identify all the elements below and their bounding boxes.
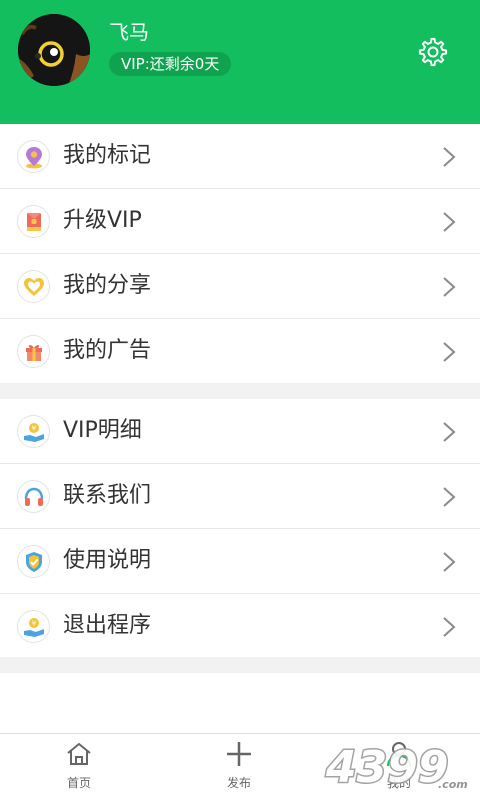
menu-item-label: 我的标记 [63, 143, 152, 168]
menu-item-label: 退出程序 [63, 613, 152, 638]
svg-text:¥: ¥ [31, 619, 36, 627]
menu-item-exit-app[interactable]: ¥ 退出程序 [0, 594, 480, 659]
shield-check-icon [17, 545, 50, 578]
menu-group-account: 我的标记 升级VIP 我的分享 我的广告 [0, 124, 480, 384]
location-pin-icon [17, 140, 50, 173]
section-divider [0, 383, 480, 399]
tab-home[interactable]: 首页 [39, 734, 119, 800]
tab-publish[interactable]: 发布 [199, 734, 279, 800]
section-divider [0, 657, 480, 673]
menu-item-upgrade-vip[interactable]: 升级VIP [0, 189, 480, 254]
menu-item-vip-details[interactable]: ¥ VIP明细 [0, 399, 480, 464]
menu-item-label: 我的广告 [63, 338, 152, 363]
coin-hand-icon: ¥ [17, 610, 50, 643]
chevron-right-icon [443, 552, 456, 572]
avatar[interactable] [18, 14, 90, 86]
chevron-right-icon [443, 617, 456, 637]
menu-item-label: VIP明细 [63, 418, 142, 443]
chevron-right-icon [443, 487, 456, 507]
menu-item-label: 升级VIP [63, 208, 142, 233]
gear-icon [418, 37, 448, 67]
settings-button[interactable] [417, 36, 449, 68]
menu-item-label: 使用说明 [63, 548, 152, 573]
chevron-right-icon [443, 422, 456, 442]
plus-icon [227, 742, 251, 766]
home-icon [67, 742, 91, 765]
menu-group-info: ¥ VIP明细 联系我们 使用说明 ¥ 退出程序 [0, 399, 480, 659]
red-envelope-icon [17, 205, 50, 238]
menu-item-my-marks[interactable]: 我的标记 [0, 124, 480, 189]
site-watermark-logo: 4399 4399 .com [324, 741, 468, 795]
svg-text:4399: 4399 [325, 742, 448, 793]
tab-label: 发布 [226, 776, 251, 790]
username: 飞马 [109, 20, 149, 44]
menu-item-label: 联系我们 [63, 483, 152, 508]
gift-icon [17, 335, 50, 368]
headphones-icon [17, 480, 50, 513]
chevron-right-icon [443, 212, 456, 232]
menu-item-instructions[interactable]: 使用说明 [0, 529, 480, 594]
coin-hand-icon: ¥ [17, 415, 50, 448]
tab-label: 首页 [66, 776, 91, 790]
menu-item-my-ads[interactable]: 我的广告 [0, 319, 480, 384]
avatar-image [18, 14, 90, 86]
chevron-right-icon [443, 147, 456, 167]
chevron-right-icon [443, 277, 456, 297]
vip-status-badge: VIP:还剩余0天 [109, 52, 232, 76]
svg-text:¥: ¥ [31, 424, 36, 432]
menu-item-contact-us[interactable]: 联系我们 [0, 464, 480, 529]
menu-item-label: 我的分享 [63, 273, 152, 298]
heart-icon [17, 270, 50, 303]
menu-item-my-shares[interactable]: 我的分享 [0, 254, 480, 319]
svg-text:.com: .com [438, 778, 468, 791]
chevron-right-icon [443, 342, 456, 362]
profile-header: 飞马 VIP:还剩余0天 [0, 0, 480, 124]
